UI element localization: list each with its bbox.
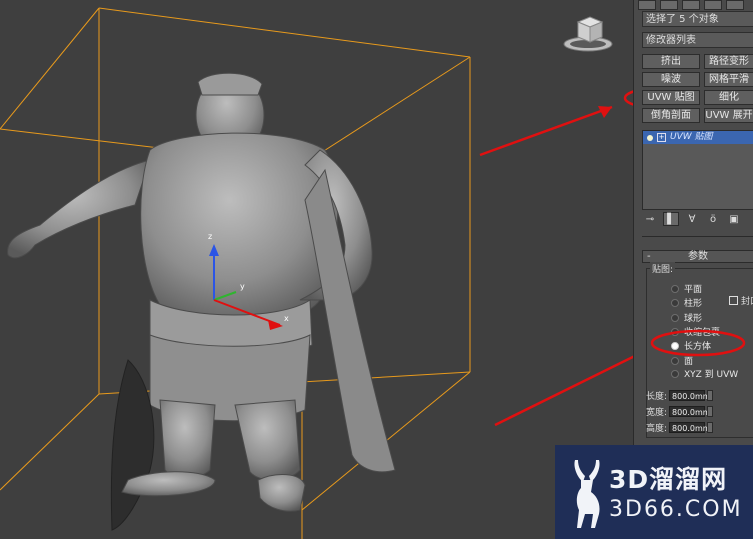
perspective-viewport[interactable]: z y x (0, 0, 633, 539)
watermark-logo: 3D溜溜网 3D66.COM (555, 445, 753, 539)
radio-xyz-to-uvw[interactable]: XYZ 到 UVW (671, 367, 738, 380)
modifier-list-dropdown[interactable]: 修改器列表 (642, 32, 753, 48)
modifier-button-noise[interactable]: 噪波 (642, 72, 700, 87)
radio-label: 平面 (684, 285, 703, 295)
viewport-canvas (0, 7, 633, 539)
modifier-stack[interactable]: + UVW 贴图 (642, 130, 753, 210)
modifier-button-uvw-map[interactable]: UVW 贴图 (642, 90, 700, 105)
modifier-button-path-deform[interactable]: 路径变形 (704, 54, 753, 69)
watermark-title: 3D溜溜网 (609, 465, 728, 494)
radio-label: 球形 (684, 314, 703, 324)
light-bulb-icon[interactable] (647, 134, 653, 141)
stack-toolbar: ⊸ ▌ ∀ ö ▣ (642, 212, 742, 226)
stack-item-uvw-map[interactable]: + UVW 贴图 (643, 131, 753, 144)
gizmo-y-label: y (240, 282, 245, 291)
motion-tab-icon[interactable] (704, 0, 722, 10)
modifier-button-extrude[interactable]: 挤出 (642, 54, 700, 69)
statue-model (7, 72, 396, 531)
length-spinner[interactable]: 长度: 800.0mm (646, 389, 714, 402)
modifier-button-meshsmooth[interactable]: 网格平滑 (704, 72, 753, 87)
divider (642, 236, 753, 237)
remove-modifier-icon[interactable]: ö (705, 212, 721, 226)
modify-tab-icon[interactable] (660, 0, 678, 10)
stack-item-label: UVW 贴图 (670, 132, 713, 142)
checkbox-box (729, 296, 738, 305)
annotation-marks (479, 105, 633, 427)
spinner-arrows-icon[interactable] (707, 406, 714, 417)
length-input[interactable]: 800.0mm (669, 390, 711, 401)
modifier-button-bevel-profile[interactable]: 倒角剖面 (642, 108, 700, 123)
panel-tabs (638, 0, 744, 10)
selection-name-field[interactable]: 选择了 5 个对象 (642, 11, 753, 27)
deer-logo-icon (574, 460, 600, 528)
gizmo-z-label: z (208, 232, 213, 241)
spinner-label: 高度: (646, 424, 668, 434)
display-tab-icon[interactable] (726, 0, 744, 10)
mapping-group-label: 贴图: (650, 262, 676, 275)
make-unique-icon[interactable]: ∀ (684, 212, 700, 226)
modifier-button-tessellate[interactable]: 细化 (704, 90, 753, 105)
radio-planar[interactable]: 平面 (671, 282, 702, 295)
spinner-label: 宽度: (646, 408, 668, 418)
configure-sets-icon[interactable]: ▣ (726, 212, 742, 226)
rollout-title: 参数 (688, 251, 708, 262)
checkbox-label: 封口 (741, 297, 753, 307)
highlight-ellipse-box (650, 329, 746, 357)
watermark-url: 3D66.COM (609, 497, 743, 522)
radio-label: XYZ 到 UVW (684, 370, 739, 380)
modifier-button-unwrap-uvw[interactable]: UVW 展开 (704, 108, 753, 123)
create-tab-icon[interactable] (638, 0, 656, 10)
hierarchy-tab-icon[interactable] (682, 0, 700, 10)
radio-label: 柱形 (684, 299, 703, 309)
width-spinner[interactable]: 宽度: 800.0mm (646, 405, 714, 418)
viewcube-icon[interactable] (562, 16, 614, 52)
radio-spherical[interactable]: 球形 (671, 311, 702, 324)
spinner-label: 长度: (646, 392, 668, 402)
radio-dot (671, 298, 679, 307)
radio-dot (671, 284, 679, 293)
collapse-minus-icon: - (647, 251, 651, 262)
radio-dot (671, 313, 679, 322)
pin-stack-icon[interactable]: ⊸ (642, 212, 658, 226)
radio-cylindrical[interactable]: 柱形 (671, 296, 702, 309)
radio-dot (671, 369, 679, 378)
show-end-result-icon[interactable]: ▌ (663, 212, 679, 226)
expand-plus-icon[interactable]: + (657, 133, 666, 142)
cap-checkbox[interactable]: 封口 (729, 294, 753, 307)
height-spinner[interactable]: 高度: 800.0mm (646, 421, 714, 434)
gizmo-x-label: x (284, 314, 289, 323)
spinner-arrows-icon[interactable] (707, 422, 714, 433)
height-input[interactable]: 800.0mm (669, 422, 711, 433)
width-input[interactable]: 800.0mm (669, 406, 711, 417)
spinner-arrows-icon[interactable] (707, 390, 714, 401)
